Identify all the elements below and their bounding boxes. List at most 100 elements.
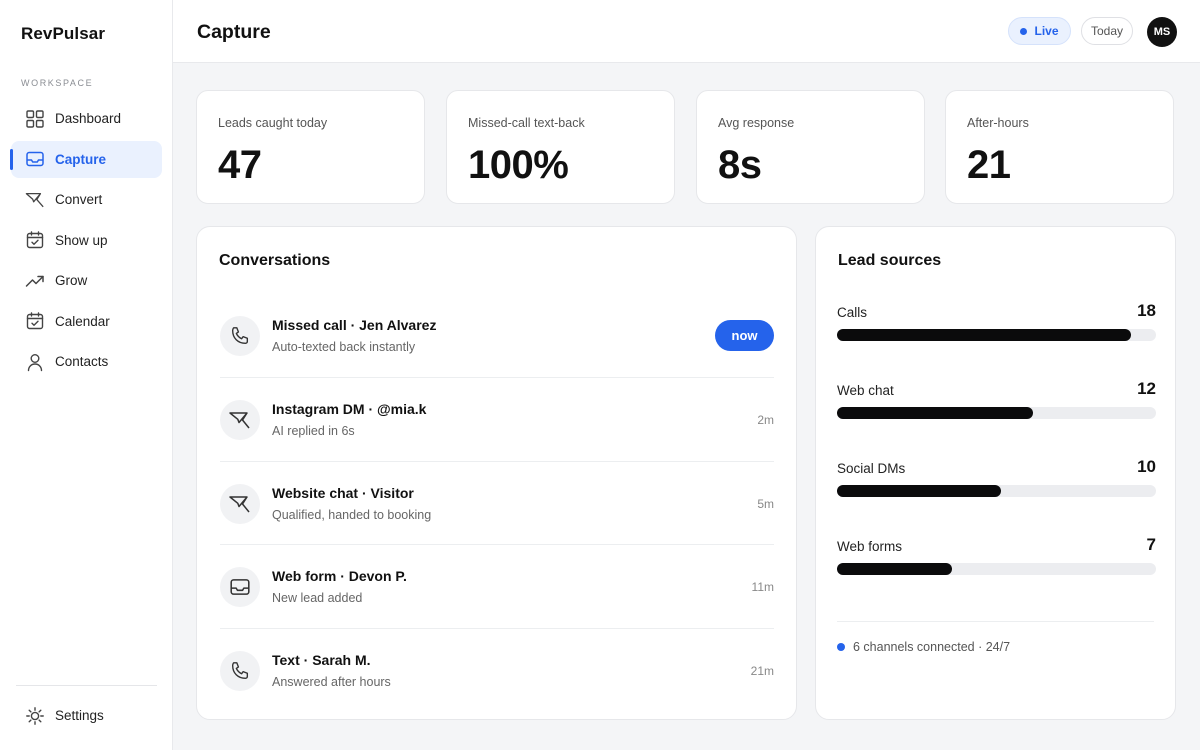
lead-sources-panel: Lead sources Calls 18 Web chat 12 Social… [815, 226, 1176, 720]
conversation-title: Instagram DM · @mia.k [272, 400, 427, 417]
sidebar-nav: Dashboard Capture Convert Show up Grow C… [10, 100, 162, 384]
send-icon [25, 190, 45, 210]
lead-source-bar-track [837, 563, 1156, 575]
conversation-row[interactable]: Text · Sarah M. Answered after hours 21m [220, 629, 774, 713]
stat-card-missed-call-text-back: Missed-call text-back 100% [446, 90, 675, 204]
lead-source-name: Web chat [837, 383, 894, 398]
live-status-button[interactable]: Live [1008, 17, 1071, 45]
sidebar-divider [16, 685, 157, 686]
status-dot-icon [837, 643, 845, 651]
stat-value: 21 [967, 143, 1011, 187]
sidebar-settings: Settings [11, 697, 162, 738]
phone-icon [220, 316, 260, 356]
conversation-time: 21m [750, 664, 774, 678]
grid-icon [25, 109, 45, 129]
conversation-subtitle: Auto-texted back instantly [272, 340, 416, 354]
lead-source-name: Social DMs [837, 461, 906, 476]
page-title: Capture [197, 21, 271, 43]
sidebar-item-capture[interactable]: Capture [10, 140, 162, 178]
stat-label: Leads caught today [218, 116, 328, 130]
sidebar-item-label: Grow [55, 273, 88, 288]
conversation-title: Website chat · Visitor [272, 484, 414, 501]
conversation-time: 5m [757, 496, 774, 511]
lead-source-bar-track [837, 485, 1156, 497]
inbox-icon [25, 149, 45, 169]
stat-value: 100% [468, 143, 569, 187]
lead-source-name: Web forms [837, 539, 903, 554]
lead-sources-divider [837, 621, 1154, 622]
today-filter-button[interactable]: Today [1081, 17, 1133, 45]
lead-source-bar-fill [837, 329, 1132, 341]
calendar-check-icon [25, 230, 45, 250]
stat-value: 47 [218, 143, 262, 187]
lead-source-row: Web forms 7 [837, 535, 1156, 613]
phone-icon [220, 651, 260, 691]
sidebar-item-dashboard[interactable]: Dashboard [11, 100, 162, 137]
lead-source-row: Calls 18 [837, 301, 1156, 379]
brand-logo[interactable]: RevPulsar [21, 24, 105, 44]
lead-source-bar-fill [837, 407, 1034, 419]
lead-sources-title: Lead sources [838, 252, 942, 269]
conversation-subtitle: New lead added [272, 591, 363, 606]
settings-label: Settings [55, 708, 104, 723]
conversation-subtitle: Answered after hours [272, 675, 391, 689]
lead-source-bar-fill [837, 485, 1001, 497]
sidebar-item-contacts[interactable]: Contacts [11, 343, 162, 380]
user-icon [25, 352, 45, 372]
conversation-time: 11m [751, 580, 774, 595]
conversation-subtitle: AI replied in 6s [272, 423, 355, 438]
stat-label: Avg response [718, 116, 795, 130]
sidebar-item-label: Convert [55, 192, 103, 207]
sidebar-item-show-up[interactable]: Show up [11, 222, 162, 259]
sidebar-item-label: Show up [55, 232, 108, 248]
lead-source-list: Calls 18 Web chat 12 Social DMs 10 Web f… [837, 301, 1156, 613]
sidebar-item-settings[interactable]: Settings [11, 697, 162, 734]
lead-source-row: Web chat 12 [837, 379, 1156, 457]
lead-source-row: Social DMs 10 [837, 457, 1156, 535]
stat-label: After-hours [967, 116, 1029, 130]
lead-source-value: 12 [1137, 379, 1156, 398]
avatar[interactable]: MS [1147, 17, 1177, 47]
now-badge-button[interactable]: now [715, 320, 774, 351]
sidebar-item-label: Capture [55, 151, 107, 167]
conversation-row[interactable]: Web form · Devon P. New lead added 11m [220, 545, 774, 629]
sidebar-item-calendar[interactable]: Calendar [11, 303, 162, 340]
sidebar-item-label: Contacts [55, 354, 109, 369]
stat-card-avg-response: Avg response 8s [696, 90, 925, 204]
gear-icon [25, 706, 45, 726]
conversations-title: Conversations [219, 252, 331, 269]
sidebar-item-label: Dashboard [55, 111, 122, 126]
conversation-subtitle: Qualified, handed to booking [272, 507, 432, 522]
conversation-title: Web form · Devon P. [272, 568, 407, 585]
conversation-row[interactable]: Website chat · Visitor Qualified, handed… [220, 462, 774, 546]
stat-card-leads-caught: Leads caught today 47 [196, 90, 425, 204]
workspace-section-label: WORKSPACE [21, 78, 94, 88]
channels-status: 6 channels connected · 24/7 [837, 640, 1010, 654]
lead-source-value: 7 [1146, 535, 1156, 554]
stat-label: Missed-call text-back [468, 116, 585, 130]
sidebar: RevPulsar WORKSPACE Dashboard Capture Co… [0, 0, 173, 750]
calendar-icon [25, 311, 45, 331]
conversations-panel: Conversations Missed call · Jen Alvarez … [196, 226, 797, 720]
live-label: Live [1034, 24, 1059, 38]
sidebar-item-label: Calendar [55, 313, 110, 329]
lead-source-name: Calls [837, 305, 868, 320]
trend-up-icon [25, 271, 45, 291]
top-bar: Capture Live Today MS [173, 0, 1200, 63]
send-icon [220, 399, 260, 440]
channels-status-text: 6 channels connected · 24/7 [853, 640, 1011, 654]
lead-source-value: 18 [1137, 301, 1156, 320]
conversation-list: Missed call · Jen Alvarez Auto-texted ba… [220, 294, 774, 713]
sidebar-item-convert[interactable]: Convert [11, 181, 162, 218]
sidebar-item-grow[interactable]: Grow [11, 262, 162, 299]
send-icon [220, 483, 260, 524]
lead-source-value: 10 [1137, 457, 1156, 476]
inbox-icon [220, 567, 260, 608]
lead-source-bar-track [837, 407, 1156, 419]
conversation-row[interactable]: Missed call · Jen Alvarez Auto-texted ba… [220, 294, 774, 378]
conversation-title: Text · Sarah M. [272, 652, 371, 668]
lead-source-bar-track [837, 329, 1156, 341]
conversation-title: Missed call · Jen Alvarez [272, 317, 437, 333]
conversation-time: 2m [757, 412, 774, 427]
conversation-row[interactable]: Instagram DM · @mia.k AI replied in 6s 2… [220, 378, 774, 462]
